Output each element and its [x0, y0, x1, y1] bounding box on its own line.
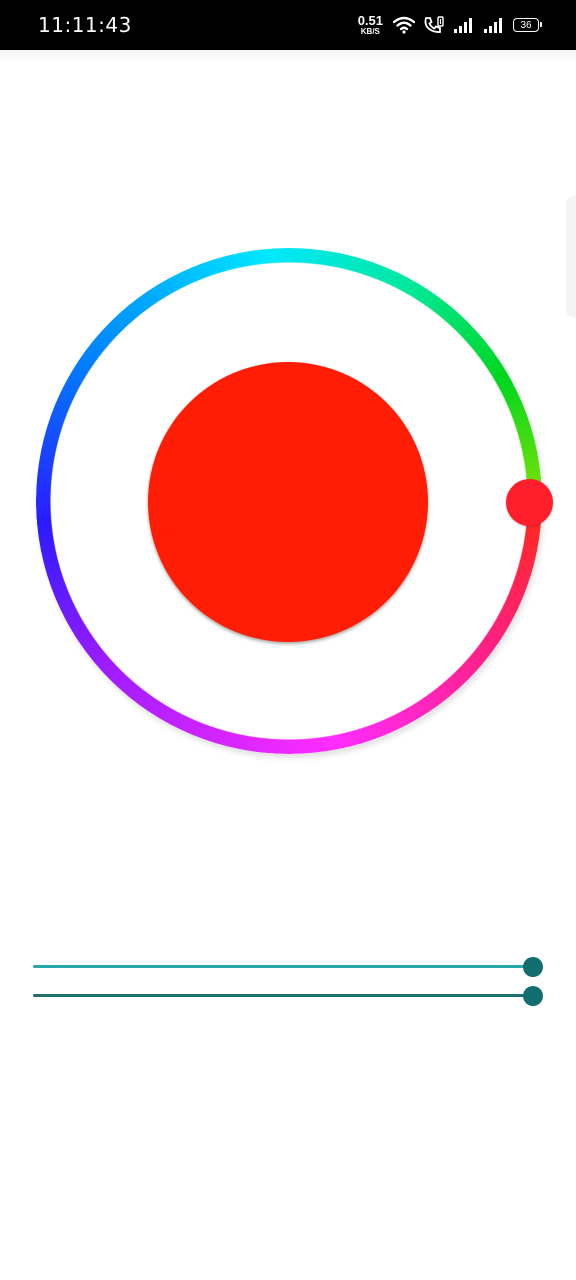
status-bar: 11:11:43 0.51 KB/S 36: [0, 0, 576, 50]
battery-level: 36: [520, 19, 532, 31]
brightness-slider[interactable]: [33, 956, 553, 978]
wifi-icon: [393, 16, 415, 34]
brightness-slider-track: [33, 965, 533, 968]
selected-color-preview: [148, 362, 428, 642]
app-bar-shadow: [0, 50, 576, 62]
brightness-slider-thumb[interactable]: [523, 957, 543, 977]
edge-panel-handle[interactable]: [566, 196, 576, 318]
network-speed-unit: KB/S: [360, 27, 380, 36]
volte-call-icon: [423, 15, 445, 35]
saturation-slider-thumb[interactable]: [523, 986, 543, 1006]
color-wheel-thumb[interactable]: [506, 479, 553, 526]
battery-icon: 36: [513, 18, 542, 32]
saturation-slider[interactable]: [33, 985, 553, 1007]
network-speed: 0.51 KB/S: [358, 14, 383, 36]
status-time: 11:11:43: [38, 13, 132, 37]
signal-icon-2: [483, 16, 505, 34]
status-icons: 0.51 KB/S 36: [358, 12, 542, 38]
saturation-slider-track: [33, 994, 533, 997]
signal-icon: [453, 16, 475, 34]
network-speed-value: 0.51: [357, 13, 383, 28]
